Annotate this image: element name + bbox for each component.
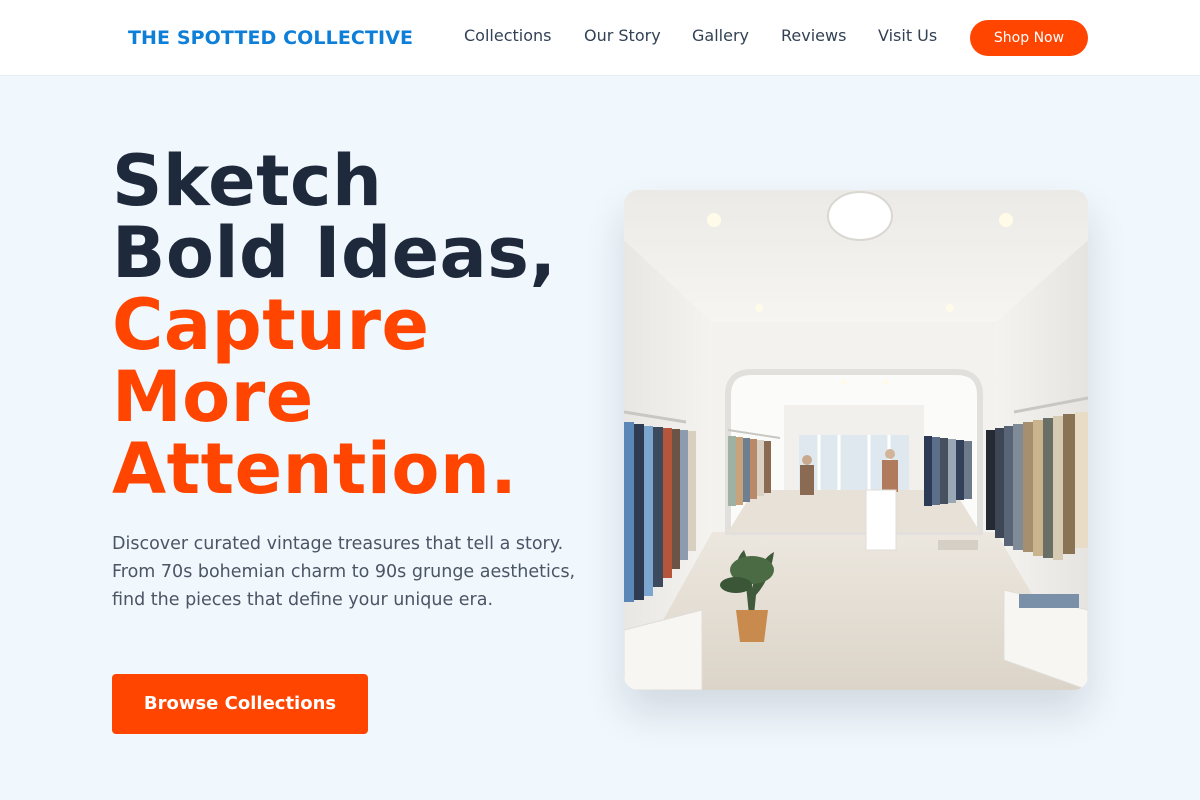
hero-title-line-1: Sketch	[112, 140, 383, 222]
hero-description: Discover curated vintage treasures that …	[112, 534, 576, 610]
nav-link-collections[interactable]: Collections	[464, 26, 551, 45]
hero-title-line-3: Capture	[112, 284, 430, 366]
nav-link-reviews[interactable]: Reviews	[781, 26, 846, 45]
nav-link-visit-us[interactable]: Visit Us	[878, 26, 937, 45]
hero-title-line-4: More	[112, 356, 314, 438]
nav-link-gallery[interactable]: Gallery	[692, 26, 749, 45]
brand-logo[interactable]: THE SPOTTED COLLECTIVE	[128, 27, 413, 49]
browse-collections-button[interactable]: Browse Collections	[112, 674, 368, 734]
nav-link-our-story[interactable]: Our Story	[584, 26, 661, 45]
hero-title: Sketch Bold Ideas, Capture More Attentio…	[112, 145, 557, 505]
hero-title-line-2: Bold Ideas,	[112, 212, 557, 294]
boutique-interior-image	[624, 190, 1088, 690]
shop-now-button[interactable]: Shop Now	[970, 20, 1088, 56]
hero-title-line-5: Attention.	[112, 428, 518, 510]
site-header: THE SPOTTED COLLECTIVE Collections Our S…	[0, 0, 1200, 76]
